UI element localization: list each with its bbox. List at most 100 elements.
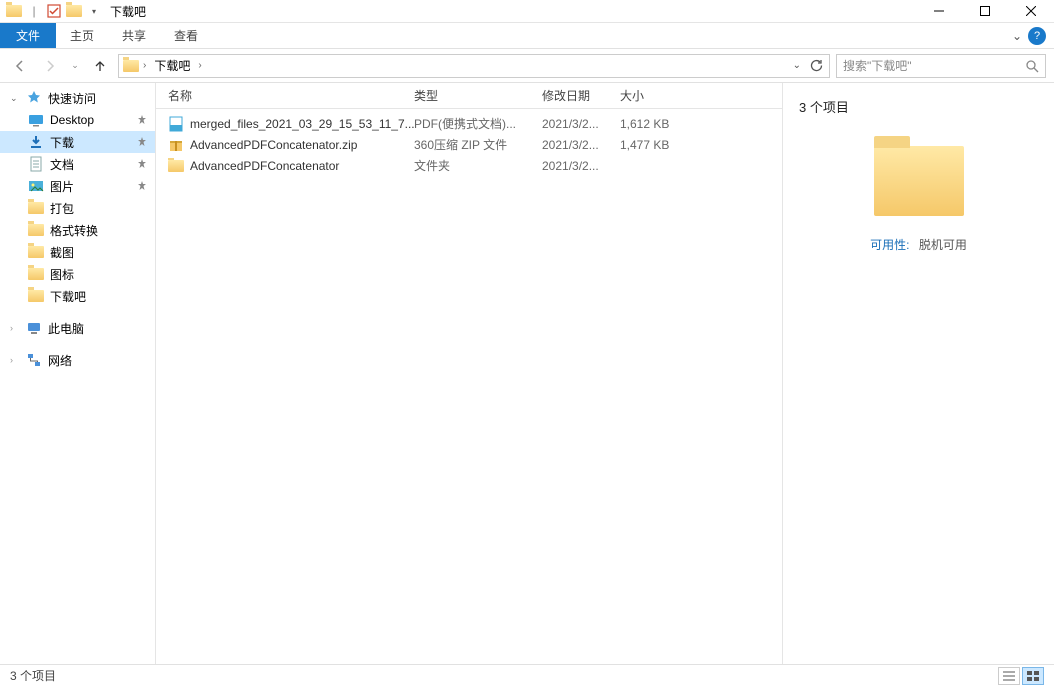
preview-meta-value: 脱机可用 xyxy=(919,238,967,252)
status-bar: 3 个项目 xyxy=(0,664,1054,686)
address-bar[interactable]: › 下载吧 › ⌄ xyxy=(118,54,830,78)
sidebar-label: 快速访问 xyxy=(48,90,96,107)
file-date: 2021/3/2... xyxy=(542,159,620,173)
column-header-type[interactable]: 类型 xyxy=(414,87,542,104)
picture-icon xyxy=(28,178,44,194)
sidebar-item[interactable]: 图标 xyxy=(0,263,155,285)
sidebar-item[interactable]: Desktop xyxy=(0,109,155,131)
ribbon-file-tab[interactable]: 文件 xyxy=(0,23,56,48)
file-row[interactable]: AdvancedPDFConcatenator 文件夹2021/3/2... xyxy=(156,155,782,176)
window-title: 下载吧 xyxy=(110,3,146,20)
file-date: 2021/3/2... xyxy=(542,117,620,131)
file-size: 1,477 KB xyxy=(620,138,710,152)
sidebar-item-label: 图标 xyxy=(50,266,74,283)
preview-panel: 3 个项目 可用性: 脱机可用 xyxy=(782,83,1054,664)
sidebar-item-label: 下载 xyxy=(50,134,74,151)
minimize-button[interactable] xyxy=(916,0,962,23)
sidebar-item[interactable]: 下载吧 xyxy=(0,285,155,307)
help-icon[interactable]: ? xyxy=(1028,27,1046,45)
star-icon xyxy=(26,90,42,106)
folder-icon xyxy=(6,3,22,19)
main-area: ⌄ 快速访问 Desktop下载文档图片打包格式转换截图图标下载吧 › 此电脑 … xyxy=(0,83,1054,664)
pin-icon xyxy=(137,115,147,125)
sidebar-item[interactable]: 截图 xyxy=(0,241,155,263)
preview-meta: 可用性: 脱机可用 xyxy=(799,236,1038,253)
sidebar-this-pc[interactable]: › 此电脑 xyxy=(0,317,155,339)
pin-icon xyxy=(137,159,147,169)
ribbon-tab-home[interactable]: 主页 xyxy=(56,23,108,48)
file-row[interactable]: AdvancedPDFConcatenator.zip 360压缩 ZIP 文件2… xyxy=(156,134,782,155)
sidebar-network[interactable]: › 网络 xyxy=(0,349,155,371)
refresh-icon[interactable] xyxy=(809,59,823,73)
chevron-right-icon[interactable]: › xyxy=(198,60,201,71)
pc-icon xyxy=(26,320,42,336)
preview-title: 3 个项目 xyxy=(799,97,1038,116)
checkbox-icon[interactable] xyxy=(46,3,62,19)
maximize-button[interactable] xyxy=(962,0,1008,23)
sidebar-item[interactable]: 文档 xyxy=(0,153,155,175)
preview-meta-key: 可用性: xyxy=(870,238,909,252)
sidebar-item-label: 格式转换 xyxy=(50,222,98,239)
ribbon-tab-view[interactable]: 查看 xyxy=(160,23,212,48)
recent-dropdown[interactable]: ⌄ xyxy=(68,54,82,78)
view-details-button[interactable] xyxy=(998,667,1020,685)
chevron-down-icon[interactable]: ⌄ xyxy=(10,93,20,104)
file-name: merged_files_2021_03_29_15_53_11_7... xyxy=(190,117,414,131)
search-icon[interactable] xyxy=(1025,59,1039,73)
file-name: AdvancedPDFConcatenator xyxy=(190,159,339,173)
forward-button[interactable] xyxy=(38,54,62,78)
view-icons-button[interactable] xyxy=(1022,667,1044,685)
search-input[interactable]: 搜索"下载吧" xyxy=(836,54,1046,78)
column-header-name[interactable]: 名称 xyxy=(168,87,414,104)
sidebar-item-label: 截图 xyxy=(50,244,74,261)
document-icon xyxy=(28,156,44,172)
file-date: 2021/3/2... xyxy=(542,138,620,152)
qat-separator: | xyxy=(26,3,42,19)
chevron-down-icon[interactable]: ⌄ xyxy=(793,60,801,71)
file-type: 360压缩 ZIP 文件 xyxy=(414,136,542,153)
sidebar-item[interactable]: 图片 xyxy=(0,175,155,197)
sidebar-item[interactable]: 打包 xyxy=(0,197,155,219)
status-text: 3 个项目 xyxy=(10,667,56,684)
ribbon-tab-share[interactable]: 共享 xyxy=(108,23,160,48)
folder-icon xyxy=(28,244,44,260)
download-icon xyxy=(28,134,44,150)
column-header-date[interactable]: 修改日期 xyxy=(542,87,620,104)
folder-icon xyxy=(28,266,44,282)
sidebar-item[interactable]: 格式转换 xyxy=(0,219,155,241)
file-size: 1,612 KB xyxy=(620,117,710,131)
chevron-right-icon[interactable]: › xyxy=(10,355,20,365)
sidebar-item-label: 文档 xyxy=(50,156,74,173)
dropdown-icon[interactable]: ▾ xyxy=(86,3,102,19)
ribbon-expand-icon[interactable]: ⌄ xyxy=(1012,29,1022,43)
sidebar-label: 网络 xyxy=(48,352,72,369)
up-button[interactable] xyxy=(88,54,112,78)
sidebar-item[interactable]: 下载 xyxy=(0,131,155,153)
file-type: 文件夹 xyxy=(414,157,542,174)
folder-icon xyxy=(123,58,139,74)
close-button[interactable] xyxy=(1008,0,1054,23)
ribbon: 文件 主页 共享 查看 ⌄ ? xyxy=(0,23,1054,49)
sidebar-item-label: 打包 xyxy=(50,200,74,217)
column-header-size[interactable]: 大小 xyxy=(620,87,710,104)
search-placeholder: 搜索"下载吧" xyxy=(843,57,912,74)
breadcrumb[interactable]: 下载吧 xyxy=(150,57,194,74)
nav-bar: ⌄ › 下载吧 › ⌄ 搜索"下载吧" xyxy=(0,49,1054,83)
file-type: PDF(便携式文档)... xyxy=(414,115,542,132)
folder-icon xyxy=(28,222,44,238)
file-row[interactable]: merged_files_2021_03_29_15_53_11_7...PDF… xyxy=(156,113,782,134)
content-area: 名称 类型 修改日期 大小 merged_files_2021_03_29_15… xyxy=(156,83,1054,664)
sidebar-item-label: Desktop xyxy=(50,113,94,127)
sidebar-label: 此电脑 xyxy=(48,320,84,337)
chevron-right-icon[interactable]: › xyxy=(10,323,20,333)
chevron-right-icon[interactable]: › xyxy=(143,60,146,71)
folder-icon xyxy=(874,146,964,216)
sidebar-quick-access[interactable]: ⌄ 快速访问 xyxy=(0,87,155,109)
pin-icon xyxy=(137,181,147,191)
file-name: AdvancedPDFConcatenator.zip xyxy=(190,138,357,152)
sidebar-item-label: 下载吧 xyxy=(50,288,86,305)
folder-icon xyxy=(168,158,184,174)
file-list: 名称 类型 修改日期 大小 merged_files_2021_03_29_15… xyxy=(156,83,782,664)
sidebar: ⌄ 快速访问 Desktop下载文档图片打包格式转换截图图标下载吧 › 此电脑 … xyxy=(0,83,156,664)
back-button[interactable] xyxy=(8,54,32,78)
